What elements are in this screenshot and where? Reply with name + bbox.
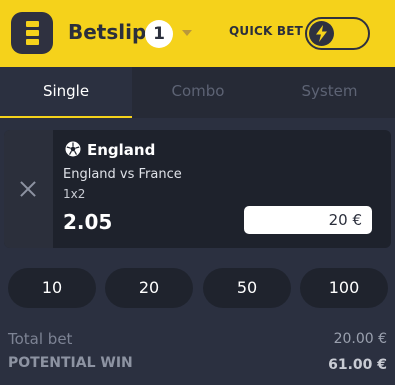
bet-type-tabs: Single Combo System (0, 67, 395, 118)
total-bet-label: Total bet (8, 330, 73, 348)
selection-card: England England vs France 1x2 2.05 20 € (4, 130, 391, 248)
total-bet-value: 20.00 € (333, 331, 387, 347)
quick-bet-toggle[interactable] (305, 17, 370, 50)
quick-stake-50-button[interactable]: 50 (203, 268, 291, 308)
bet-summary: Total bet 20.00 € POTENTIAL WIN 61.00 € (0, 322, 395, 385)
lightning-icon (316, 25, 327, 42)
soccer-ball-icon (65, 141, 81, 157)
quick-stake-100-button[interactable]: 100 (300, 268, 388, 308)
potential-win-value: 61.00 € (328, 357, 387, 373)
betslip-header: Betslip 1 QUICK BET (0, 0, 395, 67)
chevron-down-icon[interactable] (182, 30, 192, 36)
match-name: England vs France (63, 167, 182, 182)
odds-value: 2.05 (63, 210, 113, 234)
tab-single[interactable]: Single (0, 67, 132, 118)
quick-bet-label: QUICK BET (229, 24, 304, 38)
quick-stake-20-button[interactable]: 20 (105, 268, 193, 308)
stake-input[interactable]: 20 € (244, 206, 372, 234)
list-logo-icon[interactable] (11, 12, 53, 54)
selection-team: England (87, 141, 156, 159)
tab-system[interactable]: System (264, 67, 395, 118)
market-name: 1x2 (63, 187, 86, 201)
betslip-title: Betslip (68, 20, 147, 44)
tab-combo[interactable]: Combo (132, 67, 264, 118)
close-icon[interactable] (19, 180, 37, 198)
quick-stake-10-button[interactable]: 10 (8, 268, 96, 308)
selection-count-badge: 1 (145, 20, 173, 48)
toggle-knob (309, 21, 334, 46)
potential-win-label: POTENTIAL WIN (8, 355, 133, 371)
